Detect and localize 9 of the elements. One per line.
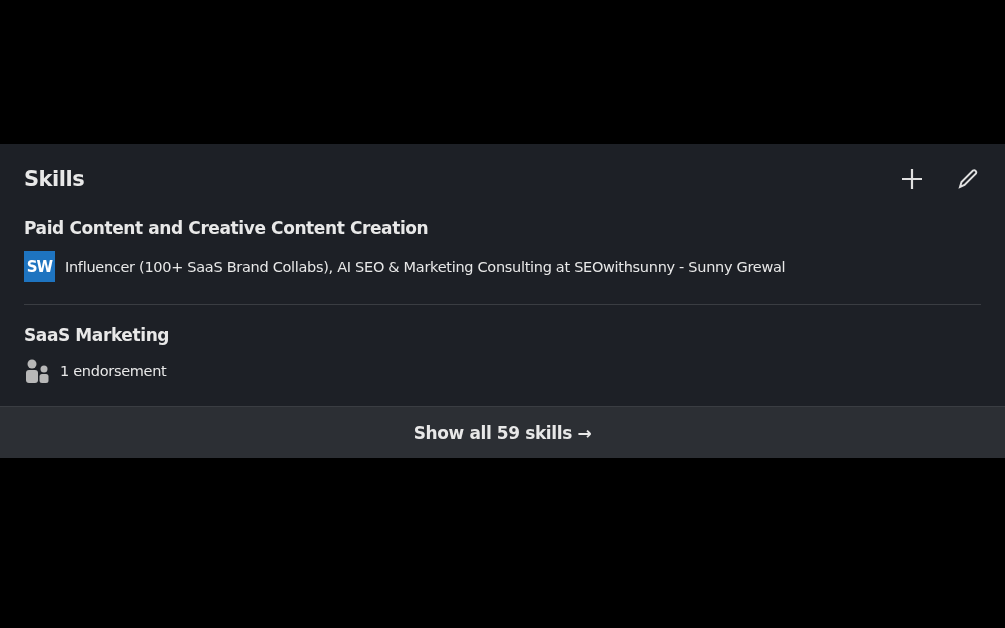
section-title: Skills [24,167,86,191]
skill-name[interactable]: Paid Content and Creative Content Creation [24,218,981,238]
endorsement-count: 1 endorsement [60,363,167,379]
company-logo: SW [24,251,55,282]
skill-source: Influencer (100+ SaaS Brand Collabs), AI SEO & Marketing Consulting at SEOwithsunny - Sunny Grewal [65,258,786,275]
skill-name[interactable]: SaaS Marketing [24,325,981,345]
show-all-button[interactable]: Show all 59 skills → [0,406,1005,458]
add-icon[interactable] [899,166,925,192]
people-icon [24,358,50,384]
